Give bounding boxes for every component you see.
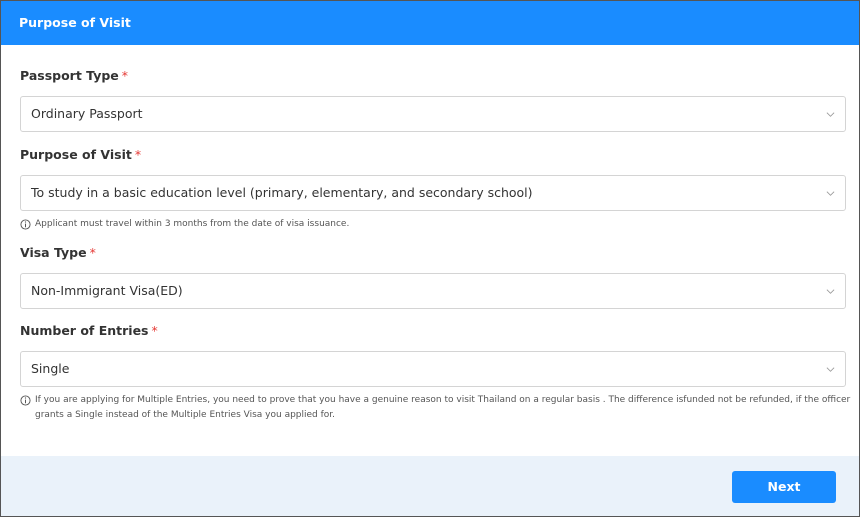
section-title: Purpose of Visit xyxy=(19,15,131,30)
purpose-of-visit-value: To study in a basic education level (pri… xyxy=(31,185,533,200)
purpose-of-visit-label: Purpose of Visit * xyxy=(20,147,142,162)
required-mark: * xyxy=(134,147,142,162)
chevron-down-icon xyxy=(826,191,835,196)
required-mark: * xyxy=(89,245,96,260)
info-icon xyxy=(20,395,31,406)
visa-type-label: Visa Type * xyxy=(20,245,96,260)
visa-form-window: Purpose of Visit Passport Type * Ordinary… xyxy=(0,0,860,517)
passport-type-value: Ordinary Passport xyxy=(31,106,143,121)
purpose-of-visit-note: Applicant must travel within 3 months fr… xyxy=(20,217,846,232)
number-of-entries-note: If you are applying for Multiple Entries… xyxy=(20,393,859,423)
purpose-of-visit-field: Purpose of Visit * To study in a basic ed… xyxy=(20,147,846,232)
number-of-entries-value: Single xyxy=(31,361,70,376)
chevron-down-icon xyxy=(826,289,835,294)
section-header: Purpose of Visit xyxy=(1,1,859,45)
required-mark: * xyxy=(151,323,158,338)
required-mark: * xyxy=(121,68,129,83)
visa-type-value: Non-Immigrant Visa(ED) xyxy=(31,283,183,298)
purpose-of-visit-select[interactable]: To study in a basic education level (pri… xyxy=(20,175,846,211)
chevron-down-icon xyxy=(826,112,835,117)
number-of-entries-select[interactable]: Single xyxy=(20,351,846,387)
next-button[interactable]: Next xyxy=(732,471,836,503)
info-icon xyxy=(20,219,31,230)
chevron-down-icon xyxy=(826,367,835,372)
passport-type-select[interactable]: Ordinary Passport xyxy=(20,96,846,132)
passport-type-field: Passport Type * Ordinary Passport xyxy=(20,68,846,132)
number-of-entries-label: Number of Entries * xyxy=(20,323,158,338)
number-of-entries-field: Number of Entries * Single If you are app… xyxy=(20,323,850,423)
visa-type-select[interactable]: Non-Immigrant Visa(ED) xyxy=(20,273,846,309)
passport-type-label: Passport Type * xyxy=(20,68,129,83)
visa-type-field: Visa Type * Non-Immigrant Visa(ED) xyxy=(20,245,846,309)
form-footer: Next xyxy=(1,456,859,516)
